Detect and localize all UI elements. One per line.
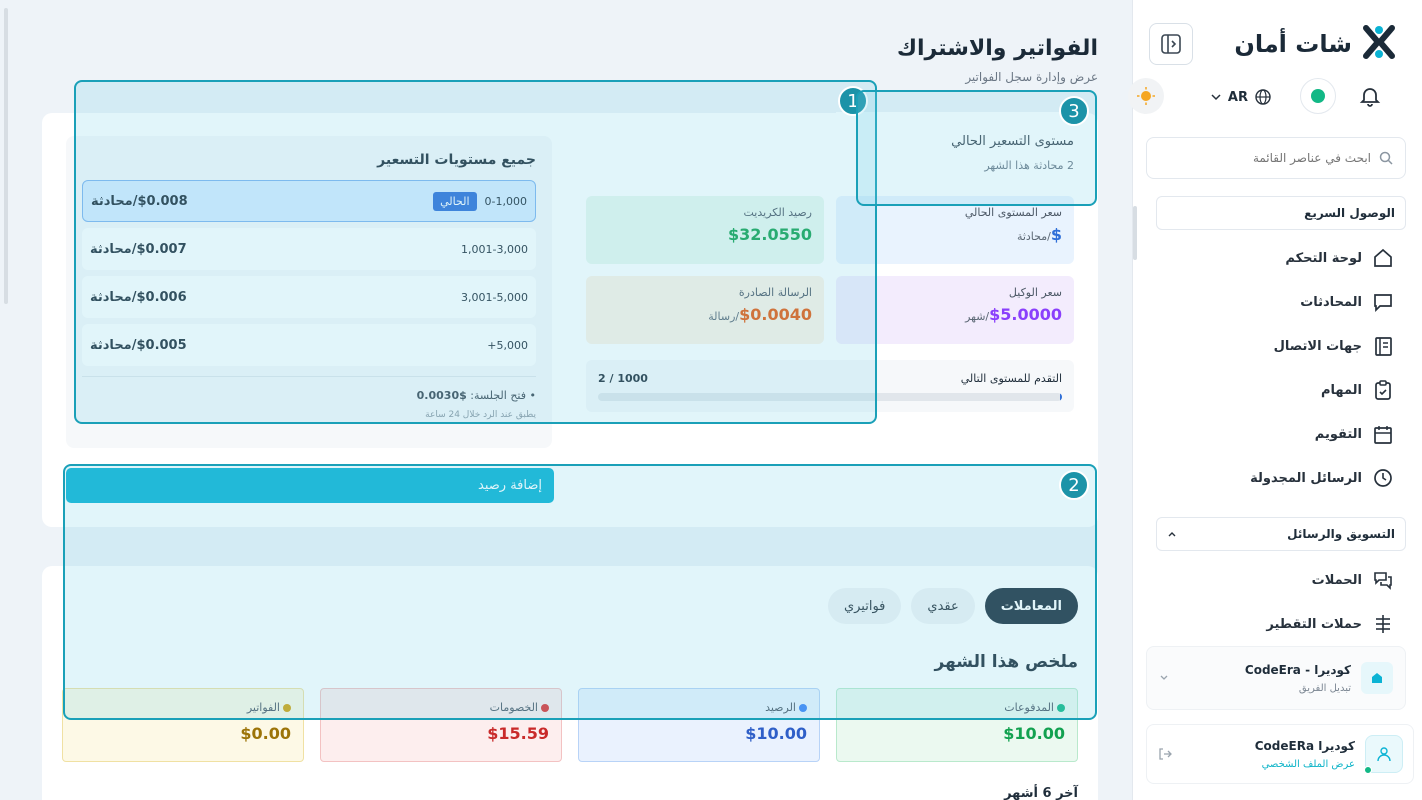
campaigns-icon (1374, 572, 1392, 590)
quick-access-label: الوصول السريع (1304, 206, 1395, 220)
header-controls: AR (1128, 78, 1382, 114)
sidebar-item-scheduled-messages[interactable]: الرسائل المجدولة (1154, 456, 1394, 500)
sidebar-item-contacts[interactable]: جهات الاتصال (1154, 324, 1394, 368)
collapse-sidebar-button[interactable] (1149, 23, 1193, 65)
search-icon (1379, 151, 1393, 165)
balance-value: $10.00 (745, 724, 807, 743)
search-input[interactable] (1171, 151, 1371, 165)
calendar-icon (1374, 426, 1392, 444)
language-label: AR (1227, 89, 1248, 105)
tier-price-label: سعر المستوى الحالي (964, 206, 1062, 219)
theme-toggle[interactable] (1128, 78, 1164, 114)
last-months-title: آخر 6 أشهر (1004, 786, 1078, 800)
sidebar: شات أمان AR الوصول السريع لوحة التحكم (1128, 0, 1422, 800)
view-profile-link[interactable]: عرض الملف الشخصي (1183, 759, 1355, 770)
chevron-down-icon (1211, 94, 1221, 101)
tier-price-value: $/محادثة (1016, 225, 1062, 244)
chevron-up-icon (1168, 532, 1176, 537)
sidebar-search[interactable] (1146, 137, 1406, 179)
sidebar-item-conversations[interactable]: المحادثات (1154, 280, 1394, 324)
chat-icon (1374, 294, 1392, 313)
marketing-label: التسويق والرسائل (1287, 527, 1395, 541)
tasks-icon (1375, 380, 1391, 400)
overlay-badge-3: 3 (1059, 96, 1089, 126)
quick-access-header[interactable]: الوصول السريع (1156, 196, 1406, 230)
globe-icon (1255, 89, 1271, 105)
chevron-down-icon (1160, 675, 1168, 680)
logo-icon (1360, 22, 1398, 66)
quick-access-list: لوحة التحكم المحادثات جهات الاتصال المها… (1154, 236, 1394, 500)
page-title: الفواتير والاشتراك (896, 36, 1098, 61)
online-indicator (1364, 766, 1372, 774)
brand: شات أمان (1234, 22, 1398, 66)
sidebar-item-tasks[interactable]: المهام (1154, 368, 1394, 412)
home-icon (1374, 248, 1392, 267)
team-icon (1361, 662, 1393, 694)
highlight-overlay-1 (74, 80, 877, 424)
sidebar-item-campaigns[interactable]: الحملات (1154, 558, 1394, 602)
sidebar-toggle-icon (1161, 34, 1181, 54)
brand-name: شات أمان (1234, 30, 1352, 58)
main-scrollbar[interactable] (4, 8, 8, 304)
highlight-overlay-2 (63, 464, 1097, 720)
sun-icon (1137, 87, 1155, 105)
team-switch-label: تبديل الفريق (1298, 682, 1351, 694)
team-name: كوديرا - CodeEra (1244, 662, 1351, 677)
marketing-header[interactable]: التسويق والرسائل (1156, 517, 1406, 551)
avatar (1364, 735, 1403, 774)
contacts-icon (1375, 337, 1392, 356)
sidebar-item-calendar[interactable]: التقويم (1154, 412, 1394, 456)
bell-icon[interactable] (1358, 84, 1382, 112)
agent-price-value: $5.0000/شهر (965, 305, 1062, 324)
deductions-value: $15.59 (487, 724, 549, 743)
drip-icon (1376, 615, 1390, 633)
progress-fill (1060, 393, 1062, 401)
profile-name: كوديرا CodeERa (1254, 738, 1355, 753)
profile-card[interactable]: كوديرا CodeERa عرض الملف الشخصي (1146, 724, 1414, 784)
user-icon (1377, 747, 1391, 762)
progress-label: التقدم للمستوى التالي (960, 372, 1062, 385)
invoices-value: $0.00 (240, 724, 291, 743)
sidebar-item-drip-campaigns[interactable]: حملات التقطير (1154, 602, 1394, 646)
page-subtitle: عرض وإدارة سجل الفواتير (965, 70, 1098, 84)
status-indicator (1311, 89, 1325, 103)
clock-icon (1374, 469, 1392, 487)
marketing-list: الحملات حملات التقطير (1154, 558, 1394, 646)
overlay-badge-2: 2 (1059, 470, 1089, 500)
sidebar-item-dashboard[interactable]: لوحة التحكم (1154, 236, 1394, 280)
status-toggle[interactable] (1300, 78, 1336, 114)
language-selector[interactable]: AR (1210, 88, 1272, 106)
logout-icon[interactable] (1157, 746, 1173, 762)
team-switcher[interactable]: كوديرا - CodeEra تبديل الفريق (1146, 646, 1406, 710)
agent-price-label: سعر الوكيل (1008, 286, 1062, 299)
sidebar-scrollbar[interactable] (1133, 206, 1137, 260)
payments-value: $10.00 (1003, 724, 1065, 743)
